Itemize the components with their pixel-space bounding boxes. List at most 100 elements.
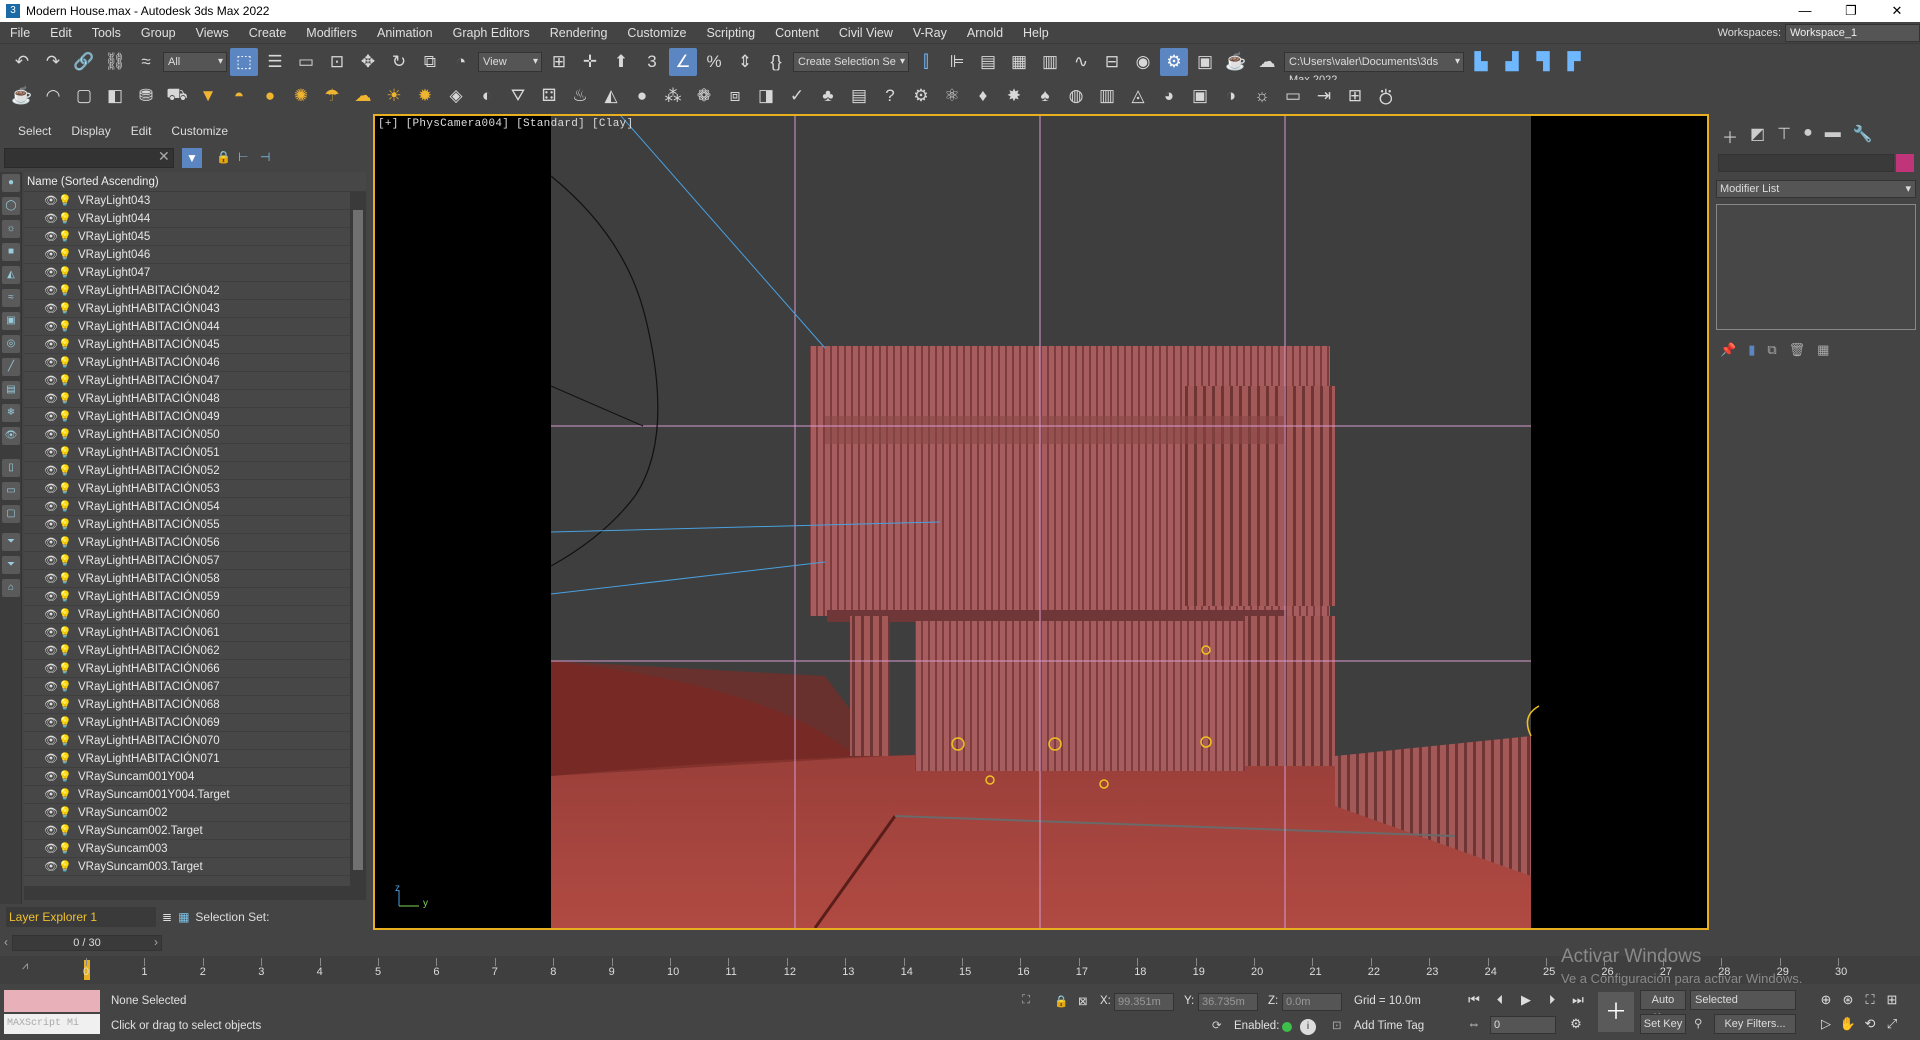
project-path-dropdown[interactable]: C:\Users\valer\Documents\3ds Max 2022 — [1284, 52, 1464, 86]
light-plane-icon[interactable]: ▼ — [194, 82, 222, 110]
list-item[interactable]: 👁 💡 VRayLight043 — [24, 192, 366, 210]
set-key-button[interactable]: Set Key — [1640, 1014, 1686, 1034]
light-bulb-icon[interactable]: 💡 — [58, 320, 72, 333]
light-bulb-icon[interactable]: 💡 — [58, 374, 72, 387]
light-bulb-icon[interactable]: 💡 — [58, 608, 72, 621]
display-tab-icon[interactable]: ▬ — [1825, 124, 1841, 148]
list-item[interactable]: 👁 💡 VRayLightHABITACIÓN048 — [24, 390, 366, 408]
list-item[interactable]: 👁 💡 VRaySuncam001Y004.Target — [24, 786, 366, 804]
menu-arnold[interactable]: Arnold — [957, 26, 1013, 40]
arnold-tree-icon[interactable]: ♠ — [1031, 82, 1059, 110]
help-icon[interactable]: ? — [876, 82, 904, 110]
object-color-swatch[interactable] — [1896, 154, 1914, 172]
filter-shapes-icon[interactable]: ◯ — [2, 197, 20, 215]
visibility-eye-icon[interactable]: 👁 — [44, 410, 58, 423]
menu-views[interactable]: Views — [186, 26, 239, 40]
light-bulb-icon[interactable]: 💡 — [58, 356, 72, 369]
layer-explorer-dropdown[interactable]: Layer Explorer 1 — [6, 907, 156, 927]
light-bulb-icon[interactable]: 💡 — [58, 302, 72, 315]
tab-select[interactable]: Select — [8, 124, 61, 138]
vray-grass-icon[interactable]: ♨ — [566, 82, 594, 110]
selection-filter-dropdown[interactable]: All — [163, 52, 227, 72]
add-time-tag[interactable]: Add Time Tag — [1354, 1020, 1424, 1032]
arnold-ipr-icon[interactable]: ⚛ — [938, 82, 966, 110]
layer-tree-icon[interactable]: ⊣ — [260, 150, 270, 164]
visibility-eye-icon[interactable]: 👁 — [44, 194, 58, 207]
material-lib-icon[interactable]: ❁ — [690, 82, 718, 110]
list-item[interactable]: 👁 💡 VRayLightHABITACIÓN042 — [24, 282, 366, 300]
filter-bones-icon[interactable]: ╱ — [2, 358, 20, 376]
visibility-eye-icon[interactable]: 👁 — [44, 572, 58, 585]
light-bulb-icon[interactable]: 💡 — [58, 680, 72, 693]
tab-edit[interactable]: Edit — [121, 124, 162, 138]
zoom-extents-icon[interactable]: ⛶ — [1860, 990, 1880, 1010]
visibility-eye-icon[interactable]: 👁 — [44, 698, 58, 711]
named-selection-dropdown[interactable]: Create Selection Se — [793, 52, 909, 72]
window-crossing-icon[interactable]: ⊡ — [323, 48, 351, 76]
menu-scripting[interactable]: Scripting — [696, 26, 765, 40]
viewport-standard-label[interactable]: [Standard] — [516, 118, 585, 130]
arnold-lightmix-icon[interactable]: ◍ — [1062, 82, 1090, 110]
arnold-frame-icon[interactable]: ▭ — [1279, 82, 1307, 110]
visibility-eye-icon[interactable]: 👁 — [44, 680, 58, 693]
light-bulb-icon[interactable]: 💡 — [58, 482, 72, 495]
menu-help[interactable]: Help — [1013, 26, 1059, 40]
visibility-eye-icon[interactable]: 👁 — [44, 374, 58, 387]
pan-icon[interactable]: ✋ — [1838, 1014, 1858, 1034]
viewport-menu-plus[interactable]: [+] — [378, 118, 399, 130]
light-bulb-icon[interactable]: 💡 — [58, 644, 72, 657]
unlink-icon[interactable]: ⛓ — [101, 48, 129, 76]
maxscript-listener[interactable]: MAXScript Mi — [4, 990, 100, 1036]
time-config-icon[interactable]: ⚙ — [1566, 1014, 1586, 1034]
scene-explorer-icon[interactable]: ▤ — [974, 48, 1002, 76]
material-editor-icon[interactable]: ◉ — [1129, 48, 1157, 76]
list-item[interactable]: 👁 💡 VRaySuncam001Y004 — [24, 768, 366, 786]
visibility-eye-icon[interactable]: 👁 — [44, 302, 58, 315]
light-bulb-icon[interactable]: 💡 — [58, 338, 72, 351]
placement-icon[interactable]: ◔ — [447, 48, 475, 76]
project-folder-icon[interactable]: ▙ — [1467, 48, 1495, 76]
project-settings-icon[interactable]: ▛ — [1560, 48, 1588, 76]
link-icon[interactable]: 🔗 — [70, 48, 98, 76]
visibility-eye-icon[interactable]: 👁 — [44, 518, 58, 531]
scrollbar-thumb[interactable] — [353, 210, 363, 870]
make-unique-icon[interactable]: ⧉ — [1767, 342, 1776, 358]
display-invert-icon[interactable]: ▢ — [2, 505, 20, 523]
light-ies-icon[interactable]: ☂ — [318, 82, 346, 110]
vray-env-icon[interactable]: ◐ — [473, 82, 501, 110]
visibility-eye-icon[interactable]: 👁 — [44, 392, 58, 405]
list-item[interactable]: 👁 💡 VRayLight046 — [24, 246, 366, 264]
visibility-eye-icon[interactable]: 👁 — [44, 536, 58, 549]
light-bulb-icon[interactable]: 💡 — [58, 806, 72, 819]
ribbon-icon[interactable]: ▥ — [1036, 48, 1064, 76]
arnold-renderview-icon[interactable]: ◕ — [1155, 82, 1183, 110]
rect-selection-icon[interactable]: ▭ — [292, 48, 320, 76]
filter-funnel-icon[interactable]: ⏷ — [2, 533, 20, 551]
maximize-viewport-icon[interactable]: ⤢ — [1882, 1014, 1902, 1034]
visibility-eye-icon[interactable]: 👁 — [44, 626, 58, 639]
list-item[interactable]: 👁 💡 VRayLightHABITACIÓN052 — [24, 462, 366, 480]
menu-tools[interactable]: Tools — [82, 26, 131, 40]
filter-helpers-icon[interactable]: ◭ — [2, 266, 20, 284]
list-item[interactable]: 👁 💡 VRayLightHABITACIÓN057 — [24, 552, 366, 570]
box-icon[interactable]: ▢ — [70, 82, 98, 110]
light-bulb-icon[interactable]: 💡 — [58, 410, 72, 423]
light-dome-icon[interactable]: ◓ — [225, 82, 253, 110]
light-bulb-icon[interactable]: 💡 — [58, 446, 72, 459]
selection-set-icon[interactable]: ▦ — [178, 910, 189, 924]
visibility-eye-icon[interactable]: 👁 — [44, 464, 58, 477]
list-item[interactable]: 👁 💡 VRayLightHABITACIÓN060 — [24, 606, 366, 624]
visibility-eye-icon[interactable]: 👁 — [44, 284, 58, 297]
move-icon[interactable]: ✥ — [354, 48, 382, 76]
rotate-icon[interactable]: ↻ — [385, 48, 413, 76]
scene-search-input[interactable] — [4, 148, 174, 168]
render-cloud-icon[interactable]: ☁ — [1253, 48, 1281, 76]
visibility-eye-icon[interactable]: 👁 — [44, 554, 58, 567]
filter-hidden-icon[interactable]: 👁 — [2, 427, 20, 445]
hierarchy-tab-icon[interactable]: ⊤ — [1777, 124, 1791, 148]
light-bulb-icon[interactable]: 💡 — [58, 842, 72, 855]
filter-geometry-icon[interactable]: ● — [2, 174, 20, 192]
material-multi-icon[interactable]: ⁂ — [659, 82, 687, 110]
visibility-eye-icon[interactable]: 👁 — [44, 824, 58, 837]
visibility-eye-icon[interactable]: 👁 — [44, 608, 58, 621]
